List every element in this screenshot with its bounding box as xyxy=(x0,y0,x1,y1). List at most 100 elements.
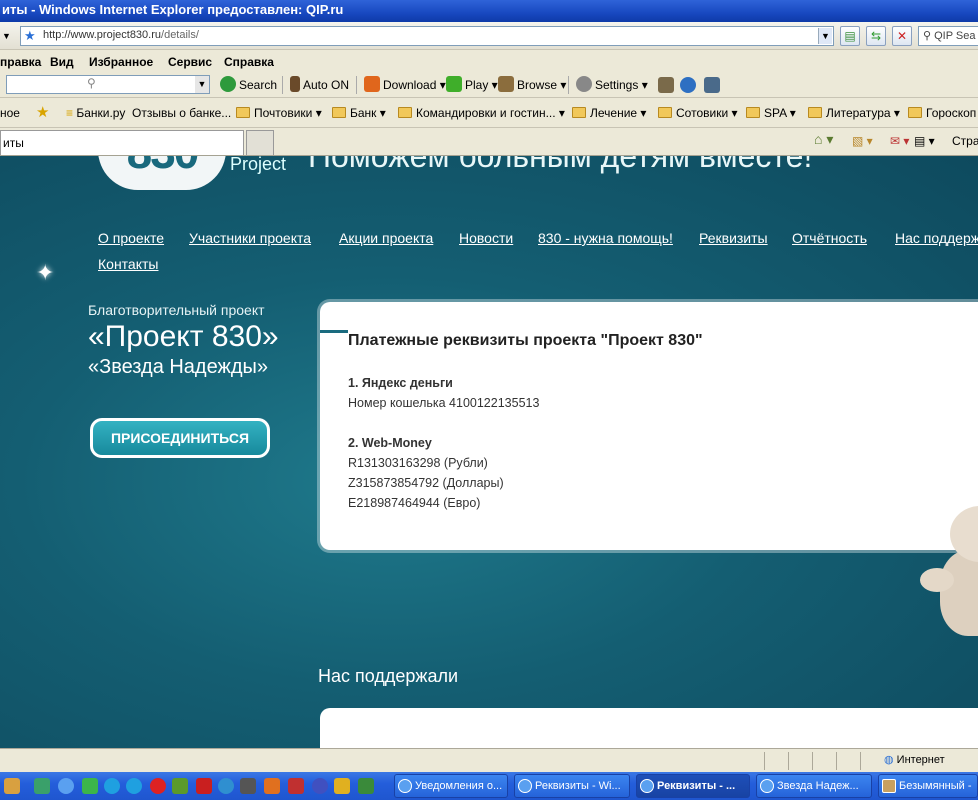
search-dropdown-icon[interactable]: ▼ xyxy=(195,76,209,93)
app-icon[interactable] xyxy=(288,778,304,794)
menu-favorites[interactable]: Избранное xyxy=(89,55,153,69)
tab-bar: иты ⌂ ▾ ▧ ▾ ✉ ▾ ▤ ▾ Стра xyxy=(0,128,978,156)
heading-accent xyxy=(320,330,348,333)
download-button[interactable]: Download ▾ xyxy=(364,76,446,93)
app-icon[interactable] xyxy=(240,778,256,794)
security-zone[interactable]: ◍ Интернет xyxy=(884,753,945,766)
logo-subtitle: Project xyxy=(230,156,287,174)
nav-help-needed[interactable]: 830 - нужна помощь! xyxy=(538,230,673,246)
compat-view-icon[interactable]: ▤ xyxy=(840,26,860,46)
requisites-heading: Платежные реквизиты проекта "Проект 830" xyxy=(348,332,703,349)
ie-icon xyxy=(760,779,774,793)
print-icon[interactable]: ▤ ▾ xyxy=(914,134,935,148)
join-button[interactable]: ПРИСОЕДИНИТЬСЯ xyxy=(90,418,270,458)
page-icon: ★ xyxy=(24,28,36,43)
task-requisites-active[interactable]: Реквизиты - ... xyxy=(636,774,750,798)
fav-reviews[interactable]: Отзывы о банке... xyxy=(132,106,231,120)
folder-icon xyxy=(572,107,586,118)
fav-folder-spa[interactable]: SPA ▾ xyxy=(746,106,796,120)
toolbar-search-input[interactable]: ⚲ ▼ xyxy=(6,75,210,94)
go-arrow-icon xyxy=(220,76,236,92)
yandex-wallet: Номер кошелька 4100122135513 xyxy=(348,396,540,410)
nav-requisites[interactable]: Реквизиты xyxy=(699,230,768,246)
ie-icon[interactable] xyxy=(58,778,74,794)
fav-folder-trips[interactable]: Командировки и гостин... ▾ xyxy=(398,106,565,120)
folder-icon xyxy=(398,107,412,118)
fav-folder-mail[interactable]: Почтовики ▾ xyxy=(236,106,322,120)
addon-icon[interactable] xyxy=(658,77,674,93)
app-icon[interactable] xyxy=(218,778,234,794)
settings-button[interactable]: Settings ▾ xyxy=(576,76,648,93)
home-icon[interactable]: ⌂ ▾ xyxy=(814,131,833,148)
toolbar-divider xyxy=(568,76,569,94)
fav-folder-mobile[interactable]: Сотовики ▾ xyxy=(658,106,738,120)
menu-tools[interactable]: Сервис xyxy=(168,55,212,69)
webmoney-eur: E218987464944 (Евро) xyxy=(348,496,481,510)
tab-current[interactable]: иты xyxy=(0,130,244,155)
app-icon[interactable] xyxy=(312,778,328,794)
quicklaunch-icon[interactable] xyxy=(34,778,50,794)
app-icon[interactable] xyxy=(334,778,350,794)
nav-actions[interactable]: Акции проекта xyxy=(339,230,433,246)
folder-icon xyxy=(658,107,672,118)
opera-icon[interactable] xyxy=(150,778,166,794)
status-divider xyxy=(812,752,813,770)
page-menu[interactable]: Стра xyxy=(952,134,978,148)
menu-help[interactable]: Справка xyxy=(224,55,274,69)
app-icon[interactable] xyxy=(264,778,280,794)
mail-icon[interactable]: ✉ ▾ xyxy=(890,134,909,148)
site-logo[interactable]: 830 xyxy=(98,156,226,190)
task-star-of-hope[interactable]: Звезда Надеж... xyxy=(756,774,872,798)
app-icon[interactable] xyxy=(358,778,374,794)
nav-reports[interactable]: Отчётность xyxy=(792,230,867,246)
menu-view[interactable]: Вид xyxy=(50,55,74,69)
supported-heading: Нас поддержали xyxy=(318,666,459,686)
nav-supporters[interactable]: Нас поддерж xyxy=(895,230,978,246)
help-icon[interactable] xyxy=(680,77,696,93)
address-dropdown-icon[interactable]: ▼ xyxy=(818,28,832,44)
refresh-icon[interactable]: ⇆ xyxy=(866,26,886,46)
status-divider xyxy=(764,752,765,770)
stop-icon[interactable]: ✕ xyxy=(892,26,912,46)
auto-on-button[interactable]: Auto ON xyxy=(290,76,349,93)
auto-icon xyxy=(290,76,300,92)
gear-icon xyxy=(576,76,592,92)
tools-icon[interactable] xyxy=(704,77,720,93)
task-requisites-1[interactable]: Реквизиты - Wi... xyxy=(514,774,630,798)
rss-icon[interactable]: ▧ ▾ xyxy=(852,134,873,148)
folder-icon xyxy=(332,107,346,118)
webpage: 830 Project Поможем больным детям вместе… xyxy=(0,156,978,748)
favorites-bar: ное ★ ≡ Банки.ру Отзывы о банке... Почто… xyxy=(0,98,978,128)
nav-participants[interactable]: Участники проекта xyxy=(189,230,311,246)
qip-search-input[interactable]: ⚲ QIP Sea xyxy=(918,26,978,46)
skype-icon[interactable] xyxy=(126,778,142,794)
taskbar: Уведомления о... Реквизиты - Wi... Рекви… xyxy=(0,772,978,800)
nav-news[interactable]: Новости xyxy=(459,230,513,246)
quicklaunch-icon[interactable] xyxy=(4,778,20,794)
status-divider xyxy=(836,752,837,770)
nav-contacts[interactable]: Контакты xyxy=(98,256,158,272)
yandex-title: 1. Яндекс деньги xyxy=(348,376,453,390)
new-tab-button[interactable] xyxy=(246,130,274,155)
task-untitled[interactable]: Безымянный - xyxy=(878,774,978,798)
acrobat-icon[interactable] xyxy=(196,778,212,794)
favorites-star-icon[interactable]: ★ xyxy=(36,103,49,121)
site-slogan: Поможем больным детям вместе! xyxy=(308,156,813,174)
nav-about[interactable]: О проекте xyxy=(98,230,164,246)
fav-folder-horoscope[interactable]: Гороскоп xyxy=(908,106,976,120)
fav-bankiru[interactable]: ≡ Банки.ру xyxy=(66,106,125,120)
browse-button[interactable]: Browse ▾ xyxy=(498,76,566,93)
page-icon: ≡ xyxy=(66,106,77,120)
task-notifications[interactable]: Уведомления о... xyxy=(394,774,508,798)
menu-edit[interactable]: правка xyxy=(0,55,41,69)
back-dropdown-icon[interactable]: ▼ xyxy=(2,31,11,41)
skype-icon[interactable] xyxy=(104,778,120,794)
fav-folder-books[interactable]: Литература ▾ xyxy=(808,106,900,120)
app-icon[interactable] xyxy=(172,778,188,794)
qip-icon[interactable] xyxy=(82,778,98,794)
fav-folder-health[interactable]: Лечение ▾ xyxy=(572,106,646,120)
fav-folder-bank[interactable]: Банк ▾ xyxy=(332,106,386,120)
address-field[interactable]: ★ http://www.project830.ru/details/ ▼ xyxy=(20,26,834,46)
search-button[interactable]: Search xyxy=(220,76,277,93)
play-button[interactable]: Play ▾ xyxy=(446,76,498,93)
